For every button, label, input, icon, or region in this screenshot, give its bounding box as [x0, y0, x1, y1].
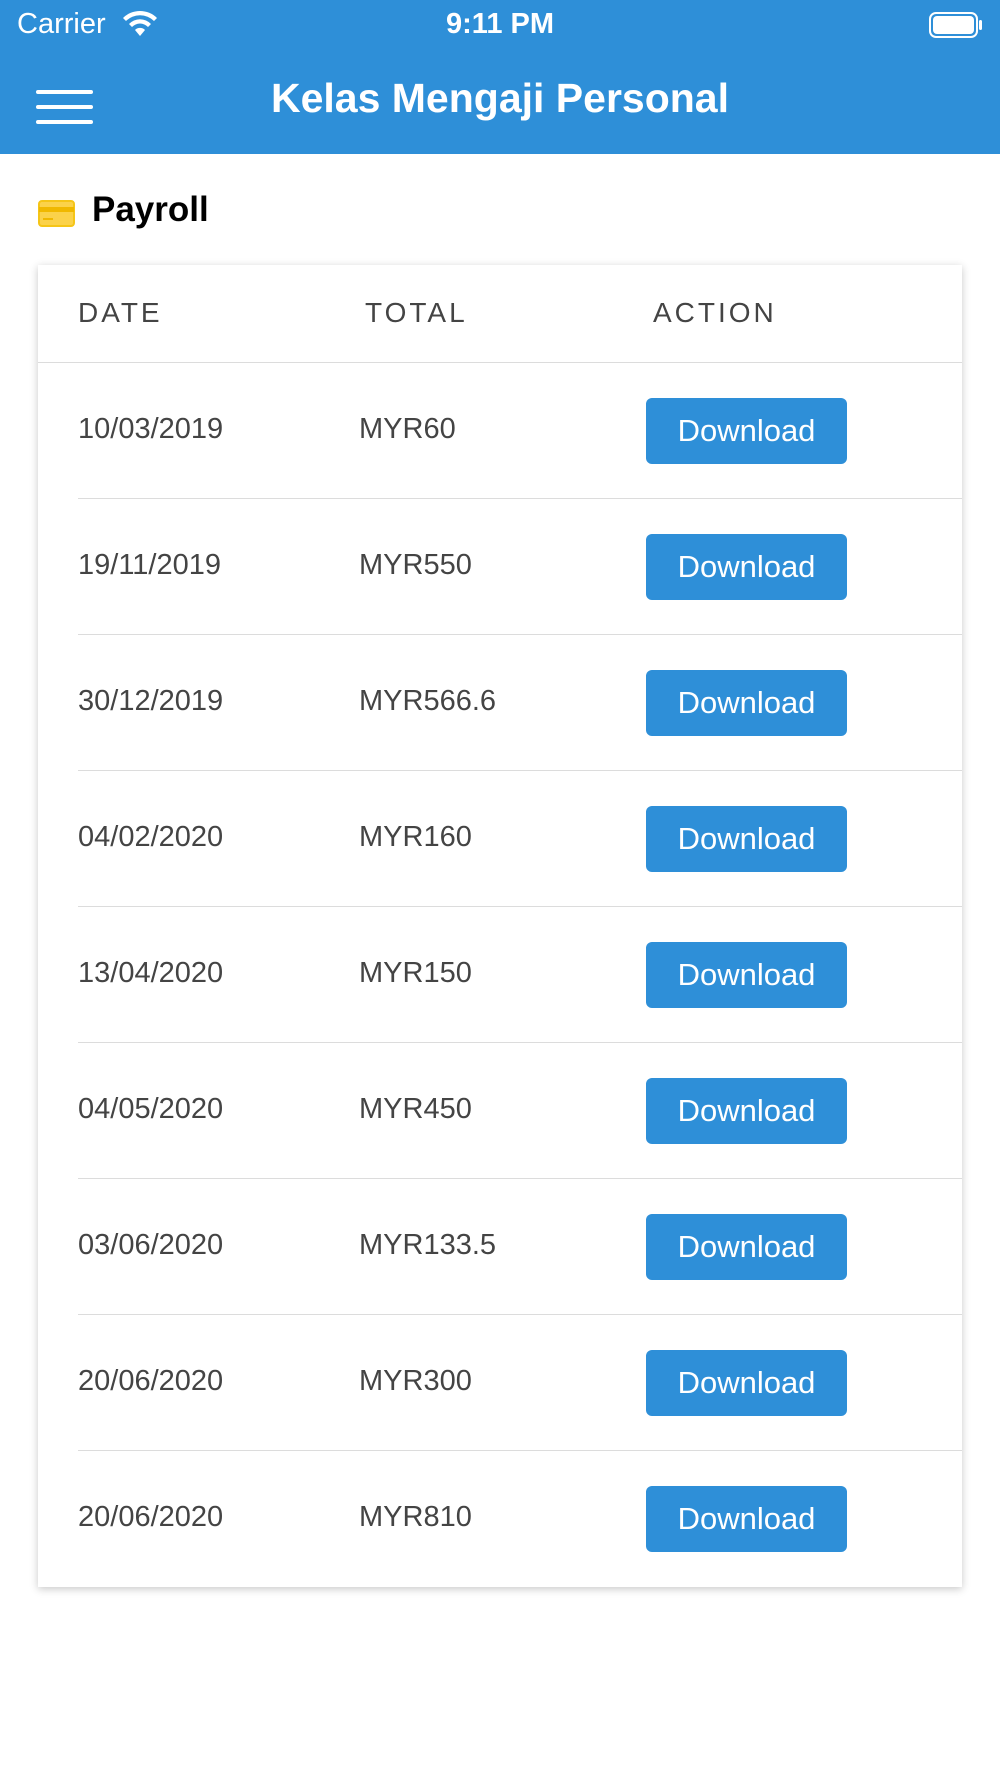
download-button[interactable]: Download	[646, 398, 847, 464]
table-row: 04/02/2020 MYR160 Download	[38, 771, 962, 907]
table-row: 20/06/2020 MYR300 Download	[38, 1315, 962, 1451]
row-date: 13/04/2020	[78, 957, 224, 989]
row-date: 04/05/2020	[78, 1093, 224, 1125]
download-button[interactable]: Download	[646, 1486, 847, 1552]
row-date: 04/02/2020	[78, 821, 224, 853]
row-total: MYR566.6	[359, 685, 497, 717]
status-bar: Carrier 9:11 PM	[0, 0, 1000, 50]
download-button[interactable]: Download	[646, 1214, 847, 1280]
row-total: MYR450	[359, 1093, 472, 1125]
row-date: 19/11/2019	[78, 549, 221, 581]
payroll-table: DATE TOTAL ACTION 10/03/2019 MYR60 Downl…	[38, 265, 962, 1587]
row-total: MYR550	[359, 549, 472, 581]
row-date: 20/06/2020	[78, 1501, 224, 1533]
column-header-action: ACTION	[653, 297, 777, 328]
row-date: 10/03/2019	[78, 413, 224, 445]
download-button[interactable]: Download	[646, 942, 847, 1008]
row-total: MYR60	[359, 413, 456, 445]
column-header-total: TOTAL	[365, 297, 468, 328]
download-button[interactable]: Download	[646, 1350, 847, 1416]
table-row: 10/03/2019 MYR60 Download	[38, 363, 962, 499]
row-date: 20/06/2020	[78, 1365, 224, 1397]
row-date: 30/12/2019	[78, 685, 224, 717]
row-total: MYR160	[359, 821, 472, 853]
row-total: MYR133.5	[359, 1229, 497, 1261]
table-row: 13/04/2020 MYR150 Download	[38, 907, 962, 1043]
row-total: MYR150	[359, 957, 472, 989]
table-row: 30/12/2019 MYR566.6 Download	[38, 635, 962, 771]
app-header: Carrier 9:11 PM Kelas Mengaji Personal	[0, 0, 1000, 154]
table-header: DATE TOTAL ACTION	[38, 265, 962, 363]
row-total: MYR300	[359, 1365, 472, 1397]
credit-card-icon	[38, 200, 75, 227]
download-button[interactable]: Download	[646, 1078, 847, 1144]
page-title: Kelas Mengaji Personal	[270, 75, 729, 121]
status-time: 9:11 PM	[446, 8, 554, 40]
table-row: 04/05/2020 MYR450 Download	[38, 1043, 962, 1179]
row-date: 03/06/2020	[78, 1229, 224, 1261]
download-button[interactable]: Download	[646, 806, 847, 872]
row-total: MYR810	[359, 1501, 472, 1533]
table-row: 20/06/2020 MYR810 Download	[38, 1451, 962, 1587]
table-body: 10/03/2019 MYR60 Download 19/11/2019 MYR…	[38, 363, 962, 1587]
table-row: 19/11/2019 MYR550 Download	[38, 499, 962, 635]
download-button[interactable]: Download	[646, 534, 847, 600]
download-button[interactable]: Download	[646, 670, 847, 736]
column-header-date: DATE	[78, 297, 163, 328]
table-row: 03/06/2020 MYR133.5 Download	[38, 1179, 962, 1315]
section-title: Payroll	[92, 190, 209, 229]
battery-icon	[929, 12, 982, 38]
